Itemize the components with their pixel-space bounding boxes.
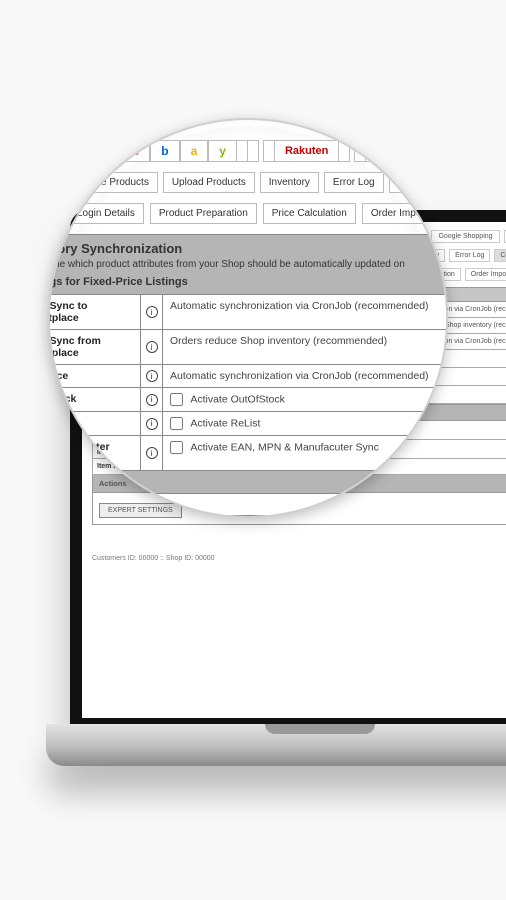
checkbox-relist[interactable] <box>170 417 183 430</box>
info-icon[interactable]: i <box>141 330 163 364</box>
row-out-of-stock: OutOfStock i Activate OutOfStock <box>48 388 448 412</box>
value-item-price[interactable]: Automatic synchronization via CronJob (r… <box>163 365 448 387</box>
tab-price-calculation[interactable]: Price Calculation <box>263 203 356 224</box>
label-out-of-stock: OutOfStock <box>48 388 141 411</box>
info-icon[interactable]: i <box>141 295 163 329</box>
row-stock-sync-to: Stock Sync to Marketplace i Automatic sy… <box>48 295 448 330</box>
tab-upload-products[interactable]: Upload Products <box>163 172 255 193</box>
label-ean-mpn: N, MPN & ufacuter Sync <box>48 436 141 470</box>
section-subheader: ttings <box>48 471 448 494</box>
label-relist: ReList <box>48 412 141 435</box>
label-stock-sync-from: Stock Sync from Marketplace <box>48 330 141 364</box>
tab-errorlog-sm[interactable]: Error Log <box>449 249 490 262</box>
tab-etsy[interactable]: Etsy <box>354 140 421 162</box>
footer-ids: Customers ID: 00000 :: Shop ID: 00000 <box>92 555 506 562</box>
row-stock-sync-from: Stock Sync from Marketplace i Orders red… <box>48 330 448 365</box>
label-item-price: Item Price <box>48 365 141 387</box>
info-icon[interactable]: i <box>141 412 163 435</box>
top-nav: Prepare Products Upload Products Invento… <box>48 172 448 193</box>
checkbox-label-relist: Activate ReList <box>190 417 260 429</box>
tab-ebay[interactable]: ebay <box>100 140 259 162</box>
etsy-logo: Etsy <box>365 140 410 162</box>
checkbox-ean-mpn[interactable] <box>170 441 183 454</box>
tab-configuration[interactable]: C <box>389 172 414 193</box>
checkbox-label-out-of-stock: Activate OutOfStock <box>190 393 285 405</box>
row-relist: ReList i Activate ReList <box>48 412 448 436</box>
ebay-logo: ebay <box>111 140 248 162</box>
tab-rakuten[interactable]: Rakuten <box>263 140 350 162</box>
info-icon[interactable]: i <box>141 436 163 470</box>
google-logo: Google <box>437 140 448 162</box>
section-description: Determine which product attributes from … <box>48 259 448 270</box>
tab-prepare-products[interactable]: Prepare Products <box>62 172 158 193</box>
tab-order-import[interactable]: Order Import <box>362 203 437 224</box>
row-stub: i Automatic synchronizat <box>48 494 448 516</box>
sub-nav: Login Details Product Preparation Price … <box>48 203 448 224</box>
rakuten-logo: Rakuten <box>274 140 339 162</box>
value-stock-sync-from[interactable]: Orders reduce Shop inventory (recommende… <box>163 330 448 364</box>
checkbox-out-of-stock[interactable] <box>170 393 183 406</box>
value-ean-mpn: Activate EAN, MPN & Manufacuter Sync <box>163 436 448 470</box>
tab-generic[interactable]: n <box>68 140 96 162</box>
section-settings-label: Settings for Fixed-Price Listings <box>48 276 448 288</box>
info-icon[interactable]: i <box>141 388 163 411</box>
tab-configuration-sm[interactable]: Configuration <box>494 249 506 262</box>
tab-product-preparation[interactable]: Product Preparation <box>150 203 257 224</box>
value-stub[interactable]: Automatic synchronizat <box>48 494 448 515</box>
tab-inventory[interactable]: Inventory <box>260 172 319 193</box>
tab-login-details[interactable]: Login Details <box>68 203 144 224</box>
laptop-base <box>46 724 506 766</box>
tab-google[interactable]: Google <box>426 140 448 162</box>
label-stock-sync-to: Stock Sync to Marketplace <box>48 295 141 329</box>
magnifier-lens: n ebay Rakuten Etsy Google Prepare Produ… <box>48 118 448 518</box>
section-title: Inventory Synchronization <box>48 241 448 256</box>
value-relist: Activate ReList <box>163 412 448 435</box>
tab-error-log[interactable]: Error Log <box>324 172 384 193</box>
checkbox-label-ean-mpn: Activate EAN, MPN & Manufacuter Sync <box>190 441 379 453</box>
marketplace-tabs: n ebay Rakuten Etsy Google <box>48 140 448 162</box>
row-ean-mpn: N, MPN & ufacuter Sync i Activate EAN, M… <box>48 436 448 471</box>
section-header: Inventory Synchronization Determine whic… <box>48 234 448 295</box>
row-item-price: Item Price i Automatic synchronization v… <box>48 365 448 388</box>
tab-order-import-sm[interactable]: Order Import <box>465 268 506 281</box>
value-out-of-stock: Activate OutOfStock <box>163 388 448 411</box>
value-stock-sync-to[interactable]: Automatic synchronization via CronJob (r… <box>163 295 448 329</box>
info-icon[interactable]: i <box>141 365 163 387</box>
